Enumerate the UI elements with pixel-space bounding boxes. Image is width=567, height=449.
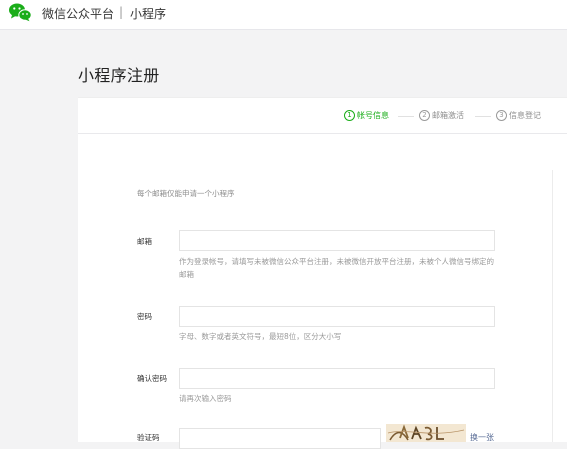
step-divider	[398, 116, 414, 117]
captcha-glyphs-icon	[387, 424, 465, 441]
title-separator: |	[119, 5, 124, 19]
captcha-image[interactable]	[386, 424, 466, 442]
step-number: 2	[419, 110, 430, 121]
captcha-field[interactable]	[179, 428, 381, 449]
section-name: 小程序	[130, 7, 167, 21]
step-label: 信息登记	[509, 111, 541, 120]
password-label: 密码	[137, 312, 152, 321]
wechat-logo-icon[interactable]	[8, 2, 32, 22]
step-label: 邮箱激活	[432, 111, 464, 120]
email-hint: 作为登录帐号，请填写未被微信公众平台注册，未被微信开放平台注册，未被个人微信号绑…	[179, 257, 494, 279]
step-number: 3	[496, 110, 507, 121]
refresh-captcha-link[interactable]: 换一张	[470, 432, 494, 443]
step-account-info: 1 帐号信息	[344, 110, 389, 121]
password-hint: 字母、数字或者英文符号，最短8位，区分大小写	[179, 332, 342, 341]
step-info-registration: 3 信息登记	[496, 110, 541, 121]
step-label: 帐号信息	[357, 111, 389, 120]
right-divider	[552, 170, 553, 442]
confirm-password-field[interactable]	[179, 368, 495, 389]
step-email-activation: 2 邮箱激活	[419, 110, 464, 121]
step-number: 1	[344, 110, 355, 121]
password-field[interactable]	[179, 306, 495, 327]
page-title: 小程序注册	[78, 66, 160, 85]
step-divider	[475, 116, 491, 117]
platform-name[interactable]: 微信公众平台	[42, 5, 114, 22]
email-label: 邮箱	[137, 237, 152, 246]
top-bar: 微信公众平台 | 小程序	[0, 0, 567, 30]
email-field[interactable]	[179, 230, 495, 251]
form-intro: 每个邮箱仅能申请一个小程序	[137, 189, 235, 198]
confirm-password-hint: 请再次输入密码	[179, 394, 232, 403]
confirm-password-label: 确认密码	[137, 374, 167, 383]
registration-steps: 1 帐号信息 2 邮箱激活 3 信息登记	[78, 97, 567, 134]
captcha-label: 验证码	[137, 433, 160, 442]
